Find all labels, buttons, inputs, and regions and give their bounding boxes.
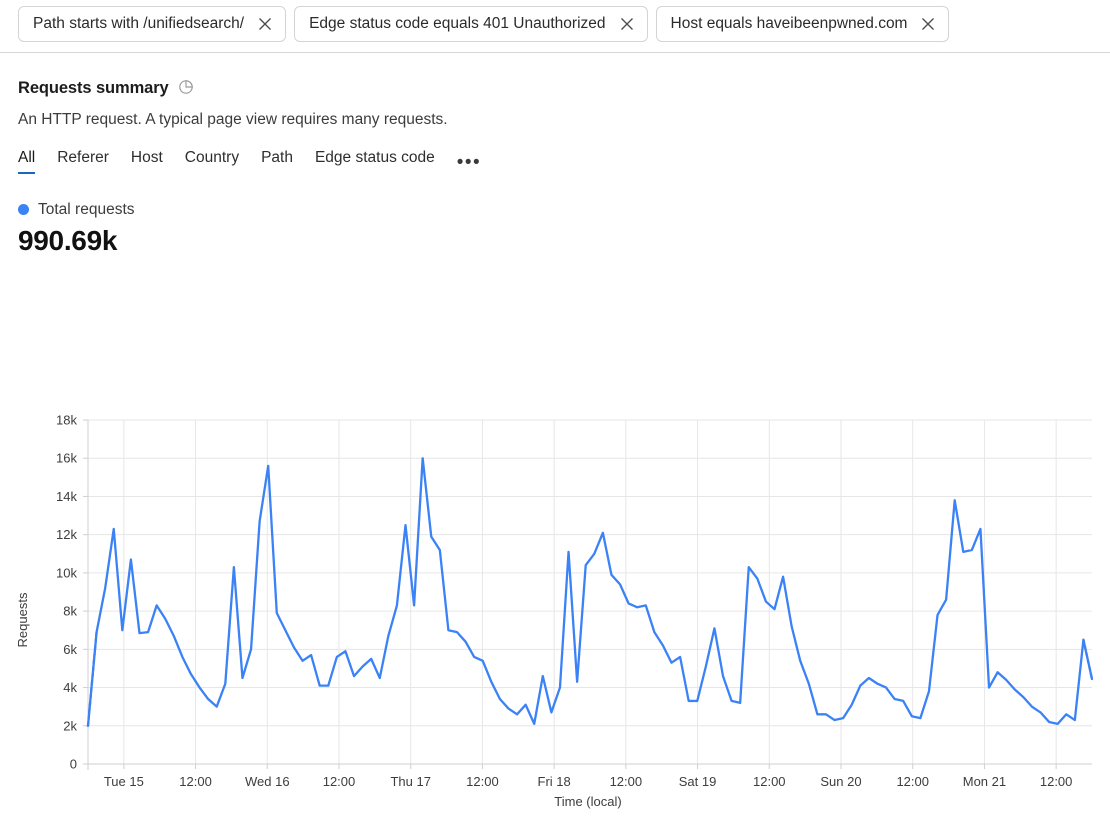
filter-chip-label: Edge status code equals 401 Unauthorized: [309, 15, 606, 33]
svg-text:Mon 21: Mon 21: [963, 774, 1006, 789]
metric-block: Total requests 990.69k: [18, 201, 1092, 257]
svg-text:16k: 16k: [56, 451, 77, 466]
filter-chip[interactable]: Path starts with /unifiedsearch/: [18, 6, 287, 42]
metric-label: Total requests: [38, 200, 135, 218]
svg-text:Wed 16: Wed 16: [245, 774, 290, 789]
chart-x-axis-label: Time (local): [554, 794, 621, 809]
tabs-overflow-button[interactable]: •••: [457, 153, 481, 173]
svg-text:4k: 4k: [63, 680, 77, 695]
svg-text:12:00: 12:00: [466, 774, 499, 789]
svg-text:12:00: 12:00: [753, 774, 786, 789]
title-row: Requests summary: [18, 77, 1092, 100]
filter-bar: Path starts with /unifiedsearch/ Edge st…: [0, 0, 1110, 53]
svg-text:2k: 2k: [63, 718, 77, 733]
tab-path[interactable]: Path: [261, 149, 293, 174]
svg-text:Thu 17: Thu 17: [390, 774, 430, 789]
svg-text:0: 0: [70, 757, 77, 772]
pie-chart-icon: [178, 79, 194, 100]
chart-gridlines: [87, 419, 1092, 770]
svg-text:12:00: 12:00: [323, 774, 356, 789]
tab-bar: All Referer Host Country Path Edge statu…: [18, 149, 1092, 174]
chart-series: [86, 457, 1094, 727]
svg-text:12:00: 12:00: [610, 774, 643, 789]
filter-chip-label: Host equals haveibeenpwned.com: [670, 15, 908, 33]
requests-summary-page: Path starts with /unifiedsearch/ Edge st…: [0, 0, 1110, 834]
metric-value: 990.69k: [18, 224, 118, 256]
svg-text:12:00: 12:00: [179, 774, 212, 789]
metric-legend: Total requests: [18, 201, 1092, 219]
close-icon[interactable]: [255, 14, 275, 34]
summary-section: Requests summary An HTTP request. A typi…: [0, 53, 1110, 257]
filter-chip[interactable]: Host equals haveibeenpwned.com: [655, 6, 950, 42]
tab-host[interactable]: Host: [131, 149, 163, 174]
legend-color-dot: [18, 204, 29, 216]
close-icon[interactable]: [617, 14, 637, 34]
filter-chip-label: Path starts with /unifiedsearch/: [33, 15, 245, 33]
svg-text:6k: 6k: [63, 642, 77, 657]
svg-text:8k: 8k: [63, 604, 77, 619]
tab-all[interactable]: All: [18, 149, 36, 174]
svg-text:10k: 10k: [56, 565, 77, 580]
chart-x-axis: Tue 15 12:00 Wed 16 12:00 Thu 17 12:00 Fri 18 1…: [104, 764, 1073, 789]
page-title: Requests summary: [18, 79, 169, 97]
filter-chip[interactable]: Edge status code equals 401 Unauthorized: [294, 6, 648, 42]
tab-referer[interactable]: Referer: [57, 149, 109, 174]
svg-text:12k: 12k: [56, 527, 77, 542]
svg-text:12:00: 12:00: [1040, 774, 1073, 789]
svg-text:Tue 15: Tue 15: [104, 774, 144, 789]
svg-text:Sun 20: Sun 20: [820, 774, 861, 789]
requests-time-series-chart[interactable]: 0 2k 4k 6k 8k 10k 12k 14k 16k 18k Tue 15 12:00 Wed …: [0, 398, 1110, 834]
chart-svg: 0 2k 4k 6k 8k 10k 12k 14k 16k 18k Tue 15 12:00 Wed …: [15, 413, 1094, 809]
tab-edge-status-code[interactable]: Edge status code: [315, 149, 435, 174]
svg-text:12:00: 12:00: [896, 774, 929, 789]
close-icon[interactable]: [918, 14, 938, 34]
svg-text:18k: 18k: [56, 413, 77, 428]
tab-country[interactable]: Country: [185, 149, 239, 174]
svg-text:14k: 14k: [56, 489, 77, 504]
svg-text:Fri 18: Fri 18: [538, 774, 571, 789]
chart-y-axis-label: Requests: [15, 592, 30, 647]
svg-text:Sat 19: Sat 19: [679, 774, 717, 789]
chart-y-axis: 0 2k 4k 6k 8k 10k 12k 14k 16k 18k: [56, 413, 88, 772]
page-subtitle: An HTTP request. A typical page view req…: [18, 111, 448, 128]
